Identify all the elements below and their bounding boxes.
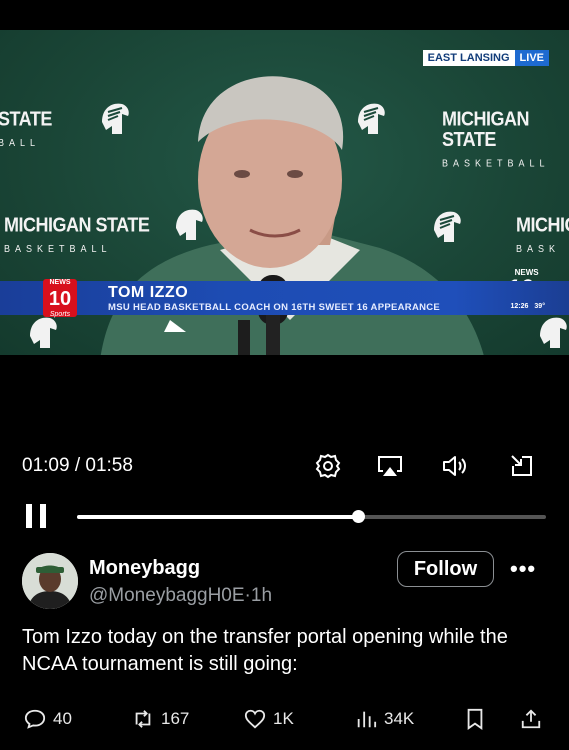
like-icon	[244, 709, 266, 729]
bookmark-icon[interactable]	[464, 708, 486, 730]
video-player[interactable]: STATE BALL MICHIGAN STATE BASKETBALL MIC…	[0, 30, 569, 355]
spartan-logo-icon	[30, 317, 57, 348]
reply-count: 40	[53, 709, 72, 728]
backdrop-logo: STATE BALL	[0, 106, 52, 149]
share-icon[interactable]	[520, 708, 542, 730]
repost-count: 167	[161, 709, 190, 728]
repost-button[interactable]: 167	[132, 708, 189, 730]
display-name[interactable]: Moneybagg	[89, 557, 200, 580]
volume-icon[interactable]	[440, 452, 468, 480]
spartan-logo-icon	[540, 317, 567, 348]
reply-icon	[24, 709, 46, 729]
backdrop-logo: MICHIG BASK	[516, 212, 569, 255]
speaker-name: TOM IZZO	[108, 284, 189, 301]
like-count: 1K	[273, 709, 294, 728]
live-badge: EAST LANSING LIVE	[422, 50, 549, 66]
like-button[interactable]: 1K	[244, 708, 294, 730]
live-tag: LIVE	[514, 50, 549, 66]
tweet-text: Tom Izzo today on the transfer portal op…	[22, 626, 508, 675]
reply-button[interactable]: 40	[24, 708, 72, 730]
airplay-icon[interactable]	[376, 452, 404, 480]
views-button[interactable]: 34K	[355, 708, 414, 730]
progress-handle[interactable]	[352, 510, 366, 523]
live-location: EAST LANSING	[422, 50, 515, 66]
progress-fill	[77, 515, 359, 519]
lower-third: NEWS 10 Sports TOM IZZO MSU HEAD BASKETB…	[0, 279, 569, 318]
follow-button[interactable]: Follow	[397, 551, 494, 587]
pause-icon[interactable]	[26, 504, 48, 528]
views-icon	[357, 711, 377, 728]
exit-fullscreen-icon[interactable]	[508, 452, 536, 480]
settings-icon[interactable]	[314, 452, 342, 480]
station-logo-left: NEWS 10 Sports	[43, 279, 77, 318]
avatar[interactable]	[22, 553, 78, 609]
user-handle[interactable]: @MoneybaggH0E·1h	[89, 585, 272, 607]
speaker-title: MSU HEAD BASKETBALL COACH ON 16TH SWEET …	[108, 302, 441, 313]
repost-icon	[135, 710, 151, 728]
broadcast-clock: 12:26 39°	[510, 303, 546, 310]
more-options-icon[interactable]: •••	[510, 556, 536, 582]
view-count: 34K	[384, 709, 415, 728]
playback-time: 01:09 / 01:58	[22, 455, 133, 476]
progress-bar[interactable]	[77, 510, 546, 523]
